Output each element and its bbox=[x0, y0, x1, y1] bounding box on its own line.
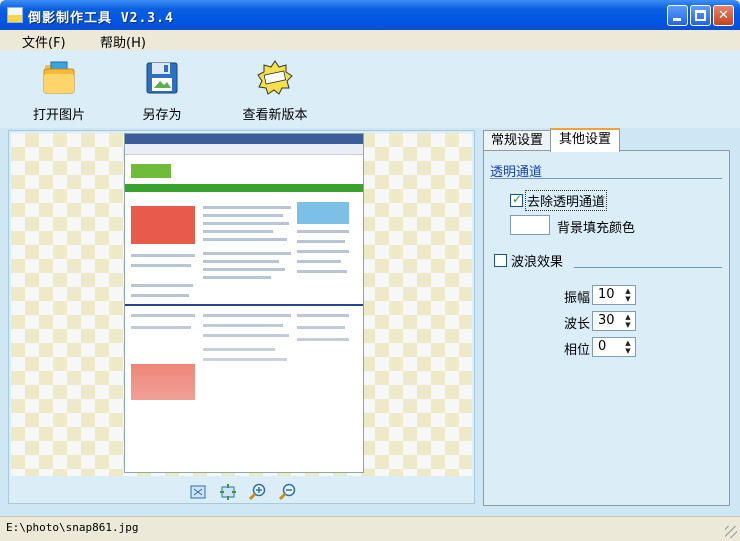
spin-arrows-icon[interactable]: ▲ ▼ bbox=[622, 339, 634, 355]
menu-file[interactable]: 文件(F) bbox=[22, 32, 66, 51]
app-icon bbox=[7, 7, 23, 23]
zoom-in-icon bbox=[248, 483, 266, 501]
wavelength-label: 波长 bbox=[564, 317, 591, 332]
wave-effect-label: 波浪效果 bbox=[511, 255, 564, 270]
minimize-button[interactable] bbox=[667, 5, 688, 26]
zoom-out-icon bbox=[278, 483, 296, 501]
spin-arrows-icon[interactable]: ▲ ▼ bbox=[622, 313, 634, 329]
bg-fill-color-label: 背景填充颜色 bbox=[557, 221, 636, 236]
phase-label: 相位 bbox=[564, 343, 591, 358]
tab-other-settings[interactable]: 其他设置 bbox=[550, 128, 620, 152]
close-icon: ✕ bbox=[718, 8, 729, 23]
other-settings-panel: 透明通道 ✓ 去除透明通道 背景填充颜色 波浪效果 振幅 10 ▲ ▼ 波长 30… bbox=[483, 150, 730, 506]
transparency-divider bbox=[490, 178, 722, 179]
amplitude-stepper[interactable]: 10 ▲ ▼ bbox=[592, 285, 636, 305]
open-image-label: 打开图片 bbox=[32, 108, 85, 123]
menu-help[interactable]: 帮助(H) bbox=[100, 32, 146, 51]
close-button[interactable]: ✕ bbox=[713, 5, 734, 26]
open-image-button[interactable]: 打开图片 bbox=[30, 60, 88, 123]
save-as-label: 另存为 bbox=[142, 108, 182, 123]
wave-divider bbox=[574, 267, 722, 268]
bg-fill-color-swatch[interactable] bbox=[510, 215, 550, 235]
preview-panel bbox=[8, 130, 475, 504]
resize-grip-icon[interactable] bbox=[725, 526, 737, 538]
zoom-toolbar bbox=[189, 483, 309, 503]
amplitude-value: 10 bbox=[598, 287, 615, 302]
preview-image bbox=[124, 133, 364, 473]
wavelength-value: 30 bbox=[598, 313, 615, 328]
phase-value: 0 bbox=[598, 339, 607, 354]
fit-to-window-button[interactable] bbox=[189, 483, 207, 501]
maximize-icon bbox=[695, 10, 706, 21]
app-window: 倒影制作工具 V2.3.4 ✕ 文件(F) 帮助(H) 打开图片 另存为 查看新… bbox=[0, 0, 740, 541]
phase-stepper[interactable]: 0 ▲ ▼ bbox=[592, 337, 636, 357]
title-bar[interactable]: 倒影制作工具 V2.3.4 ✕ bbox=[0, 0, 740, 30]
main-area: 常规设置 其他设置 透明通道 ✓ 去除透明通道 背景填充颜色 波浪效果 振幅 1… bbox=[0, 128, 740, 516]
check-new-version-label: 查看新版本 bbox=[242, 108, 308, 123]
open-folder-icon bbox=[41, 60, 77, 96]
maximize-button[interactable] bbox=[690, 5, 711, 26]
fit-icon bbox=[190, 485, 206, 499]
toolbar: 打开图片 另存为 查看新版本 bbox=[0, 50, 740, 128]
check-mark-icon: ✓ bbox=[512, 192, 523, 206]
wave-effect-checkbox[interactable] bbox=[494, 254, 507, 267]
extra-badge-icon bbox=[257, 60, 293, 96]
tab-general-settings[interactable]: 常规设置 bbox=[483, 130, 551, 150]
spin-arrows-icon[interactable]: ▲ ▼ bbox=[622, 287, 634, 303]
status-bar: E:\photo\snap861.jpg bbox=[0, 516, 740, 541]
actual-size-button[interactable] bbox=[219, 483, 237, 501]
wavelength-stepper[interactable]: 30 ▲ ▼ bbox=[592, 311, 636, 331]
check-new-version-button[interactable]: 查看新版本 bbox=[240, 60, 310, 123]
minimize-icon bbox=[673, 18, 681, 21]
status-file-path: E:\photo\snap861.jpg bbox=[6, 521, 139, 534]
actual-size-icon bbox=[220, 484, 236, 500]
amplitude-label: 振幅 bbox=[564, 291, 591, 306]
save-as-button[interactable]: 另存为 bbox=[138, 60, 186, 123]
preview-canvas[interactable] bbox=[11, 133, 472, 476]
save-floppy-icon bbox=[144, 60, 180, 96]
zoom-in-button[interactable] bbox=[248, 483, 267, 501]
window-title: 倒影制作工具 V2.3.4 bbox=[28, 11, 174, 26]
remove-alpha-checkbox[interactable]: ✓ bbox=[510, 192, 523, 207]
menu-bar: 文件(F) 帮助(H) bbox=[0, 30, 740, 51]
zoom-out-button[interactable] bbox=[278, 483, 297, 501]
remove-alpha-label[interactable]: 去除透明通道 bbox=[524, 190, 608, 211]
